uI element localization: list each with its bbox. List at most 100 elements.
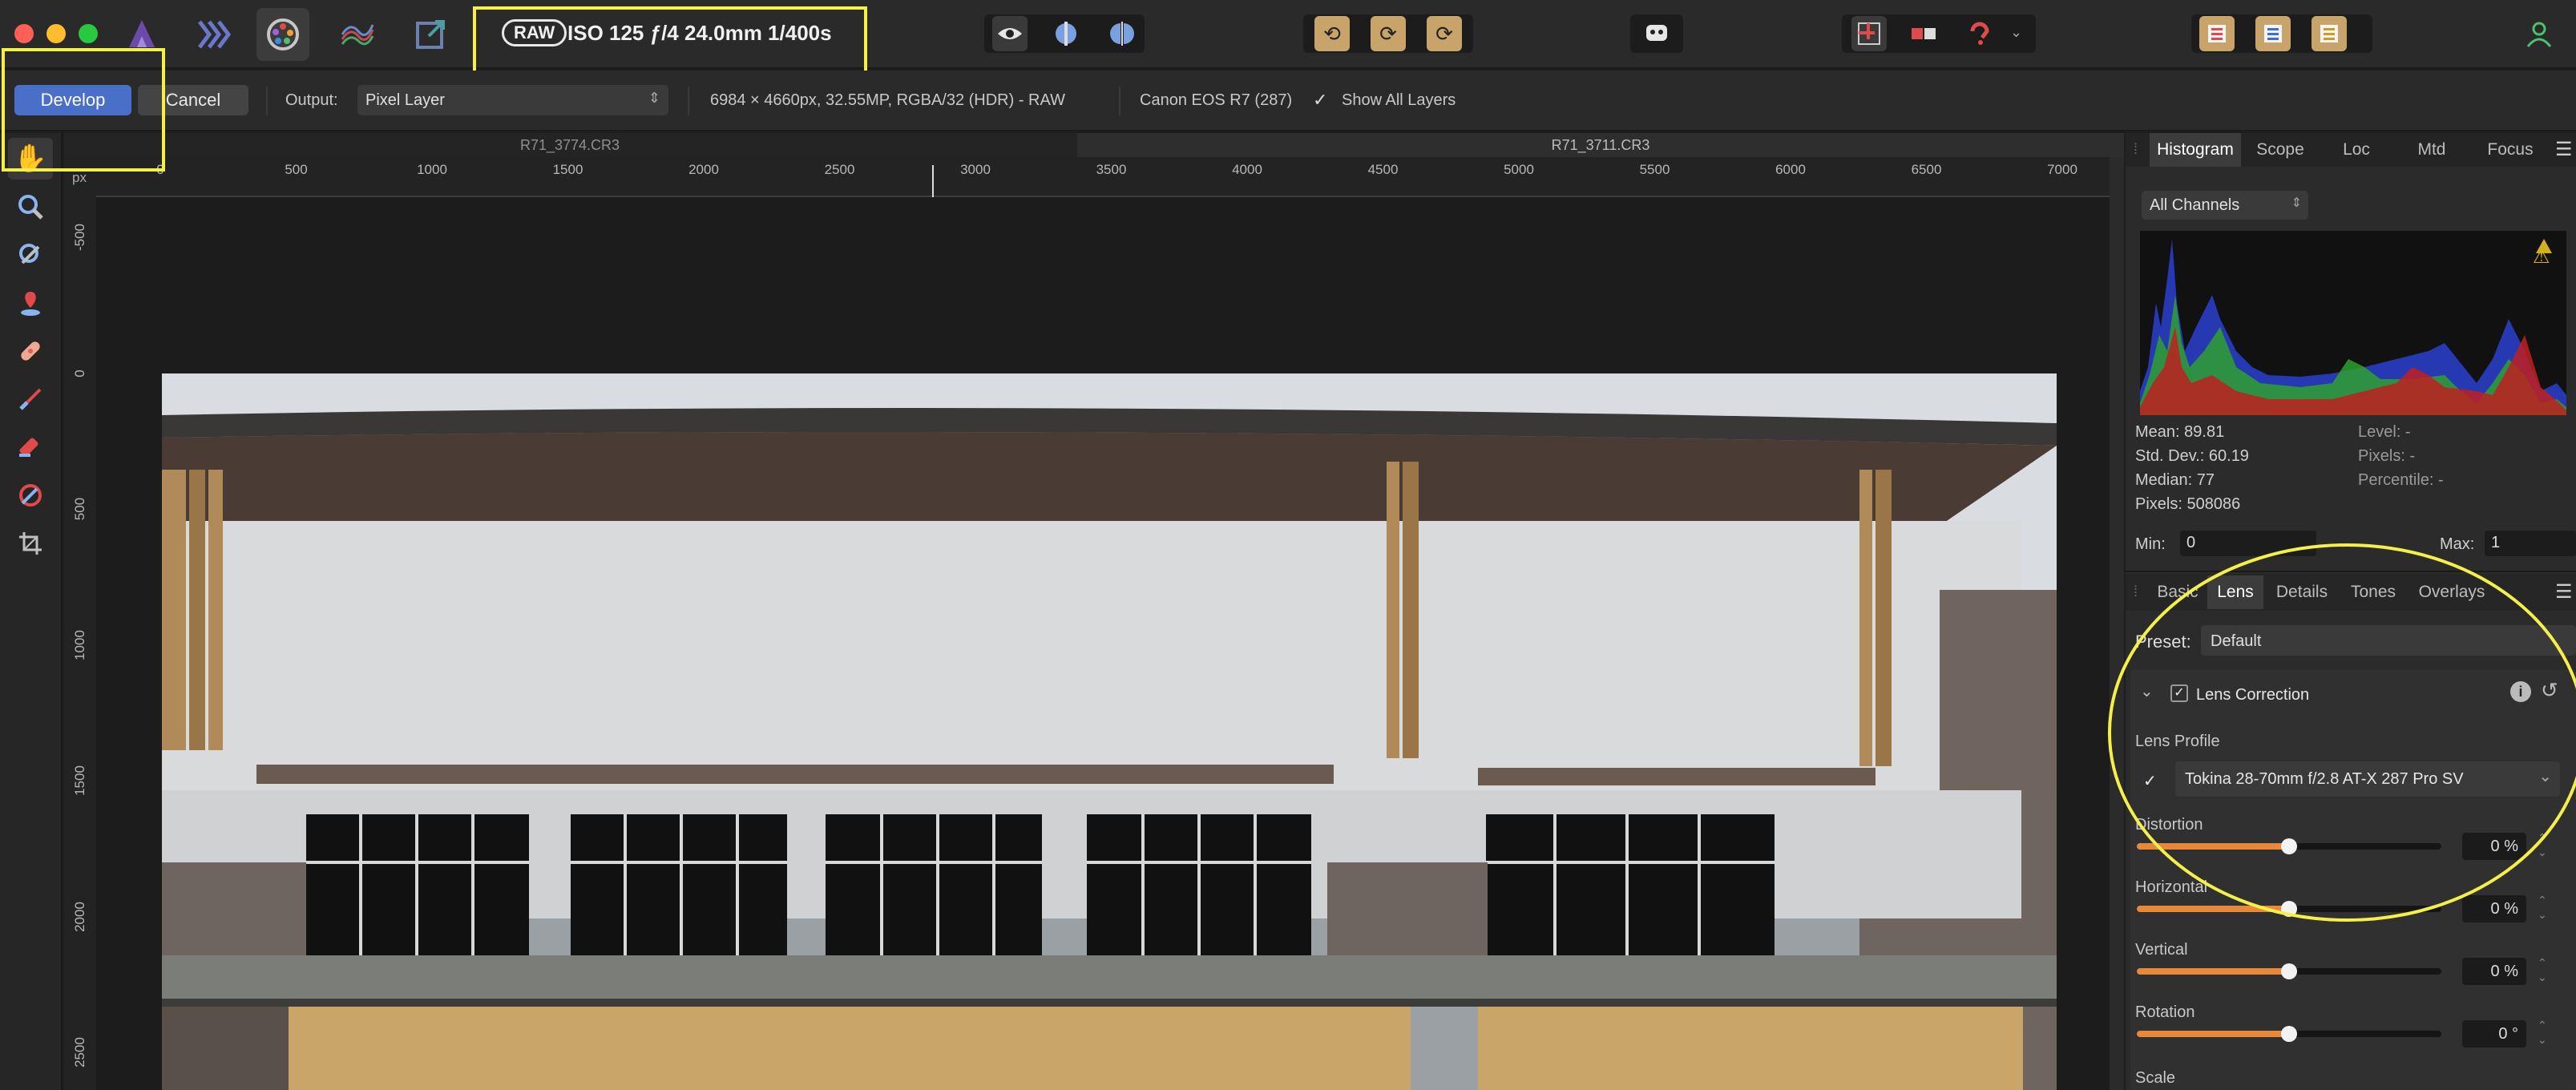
channel-select-value: All Channels [2150,196,2240,214]
ruler-unit: px [72,170,87,185]
main-toolbar: RAW ISO 125 ƒ/4 24.0mm 1/400s ⟲ ⟳ ⟳ ⌄ [0,0,2576,80]
tools-panel: ✋ [0,133,63,1090]
ruler-h-label: 4500 [1367,162,1399,177]
overlay-red-icon[interactable] [2199,16,2235,51]
ruler-v-label: 1000 [72,629,87,660]
hist-percentile: Percentile: - [2358,471,2444,489]
ruler-h-label: 3500 [1096,162,1127,177]
hist-median: Median: 77 [2135,471,2215,489]
hist-std-dev: Std. Dev.: 60.19 [2135,447,2249,465]
image-info: 6984 × 4660px, 32.55MP, RGBA/32 (HDR) - … [710,91,1065,109]
stepper-icon[interactable]: ⌃ ⌄ [2538,955,2547,984]
white-balance-tool-icon[interactable] [8,234,53,276]
ruler-h-label: 6500 [1911,162,1942,177]
overlay-yellow-icon[interactable] [2312,16,2347,51]
slider-track[interactable] [2137,963,2441,979]
divider [1119,87,1120,115]
rotate-left-icon[interactable]: ⟲ [1314,16,1350,51]
ruler-v-label: -500 [72,223,87,252]
ruler-v-label: 2500 [72,1037,87,1068]
channel-select[interactable]: All Channels ⇕ [2142,191,2308,220]
ruler-v-label: 1500 [72,765,87,796]
rotate-right-icon[interactable]: ⟳ [1427,16,1462,51]
slider-fill [2137,968,2289,975]
close-window-button[interactable] [14,24,34,43]
histogram-graph [2140,231,2566,415]
slider-knob[interactable] [2281,963,2297,979]
overlay-gradient-tool-icon[interactable] [8,474,53,516]
zoom-tool-icon[interactable] [8,186,53,228]
overlay-erase-tool-icon[interactable] [8,426,53,468]
updown-chevron-icon: ⇕ [2291,196,2302,210]
split-view-icon[interactable] [1048,16,1084,51]
hist-pixels-cursor: Pixels: - [2358,447,2416,465]
slider-knob[interactable] [2281,1026,2297,1042]
mirror-view-icon[interactable] [1104,16,1140,51]
doc-tab[interactable]: R71_3774.CR3 [64,133,1076,157]
tab-scope[interactable]: Scope [2243,133,2318,167]
tab-histogram[interactable]: Histogram [2150,133,2241,167]
scale-label: Scale [2135,1069,2176,1087]
raw-photo [162,373,2057,1090]
ruler-h-label: 1000 [417,162,447,177]
ruler-h-label: 5500 [1639,162,1670,177]
context-toolbar: Develop Cancel Output: Pixel Layer ⇕ 698… [0,71,2576,131]
account-icon[interactable] [2521,16,2557,51]
slider-label: Vertical [2135,941,2188,959]
show-all-layers-checkbox[interactable]: ✓ [1313,90,1327,111]
show-clipped-highlights-icon[interactable] [1906,16,1941,51]
panel-menu-icon[interactable]: ☰ [2555,138,2573,161]
exif-info: ISO 125 ƒ/4 24.0mm 1/400s [567,21,832,45]
horizontal-ruler: px 0 500 1000 1500 2000 2500 3000 3500 4000 4500 5… [64,157,2124,197]
rotate-icon[interactable]: ⟳ [1371,16,1406,51]
show-clipped-tones-icon[interactable] [1851,16,1887,51]
canvas[interactable] [96,197,2122,1090]
develop-highlight-annotation [2,48,165,172]
tab-mtd[interactable]: Mtd [2395,133,2469,167]
slider-value[interactable]: 0 ° [2462,1020,2526,1048]
minimize-window-button[interactable] [46,24,66,43]
slider-value[interactable]: 0 % [2462,958,2526,985]
panel-grip-icon: ⁞ [2134,141,2138,157]
stepper-icon[interactable]: ⌃ ⌄ [2538,1018,2547,1047]
show-clipped-shadows-icon[interactable] [1962,16,1997,51]
export-persona-icon[interactable] [404,8,457,61]
raw-badge: RAW [502,19,567,46]
tab-focus[interactable]: Focus [2470,133,2550,167]
ruler-h-label: 7000 [2047,162,2077,177]
updown-chevron-icon: ⇕ [648,90,660,106]
divider [266,87,268,115]
red-eye-tool-icon[interactable] [8,282,53,324]
slider-label: Rotation [2135,1003,2195,1021]
develop-persona-icon[interactable] [256,8,309,61]
hist-level: Level: - [2358,423,2411,441]
slider-track[interactable] [2137,1026,2441,1042]
chevron-down-icon[interactable]: ⌄ [2010,24,2022,41]
ruler-h-label: 500 [285,162,308,177]
tab-loc[interactable]: Loc [2320,133,2393,167]
blemish-removal-tool-icon[interactable] [8,330,53,372]
ruler-v-label: 2000 [72,901,87,932]
doc-tab-active[interactable]: R71_3711.CR3 [1077,133,2124,157]
ruler-h-label: 2000 [688,162,719,177]
ruler-h-label: 1500 [552,162,583,177]
ruler-h-label: 5000 [1504,162,1534,177]
warning-icon: ⚠ [2533,246,2550,268]
liquify-persona-icon[interactable] [186,8,239,61]
lens-highlight-annotation [2108,543,2576,922]
assistant-icon[interactable] [1639,16,1674,51]
show-original-eye-icon[interactable] [992,16,1028,51]
document-tabs: R71_3774.CR3 R71_3711.CR3 [64,133,2124,157]
crop-tool-icon[interactable] [8,523,53,564]
overlay-blue-icon[interactable] [2255,16,2291,51]
overlay-paint-tool-icon[interactable] [8,378,53,420]
zoom-window-button[interactable] [79,24,98,43]
camera-model: Canon EOS R7 (287) [1140,91,1293,109]
hist-mean: Mean: 89.81 [2135,423,2225,441]
divider [688,87,689,115]
ruler-v-label: 500 [72,497,87,521]
tone-mapping-persona-icon[interactable] [330,8,383,61]
output-select[interactable]: Pixel Layer ⇕ [357,85,668,115]
ruler-h-label: 4000 [1232,162,1262,177]
ruler-h-label: 3000 [960,162,991,177]
